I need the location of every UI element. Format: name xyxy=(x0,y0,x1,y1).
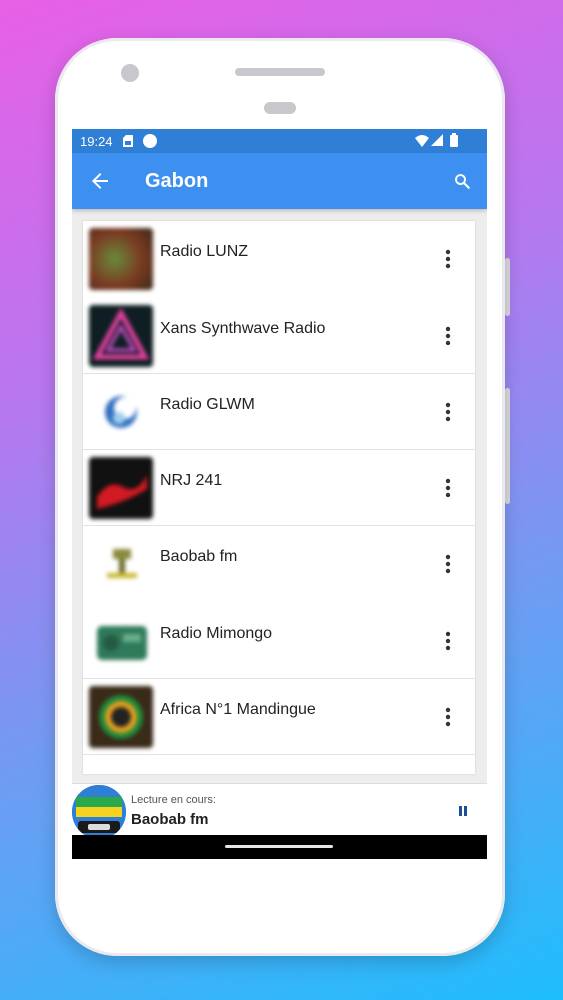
system-nav-bar xyxy=(72,835,487,859)
status-time: 19:24 xyxy=(80,134,113,149)
station-name: Baobab fm xyxy=(160,548,238,565)
station-logo xyxy=(89,305,153,367)
wifi-icon xyxy=(415,135,429,147)
station-name: Radio Mimongo xyxy=(160,625,273,642)
phone-volume-button xyxy=(505,258,510,316)
home-gesture-handle[interactable] xyxy=(225,845,333,848)
now-playing-label: Lecture en cours: xyxy=(131,794,216,806)
station-row[interactable]: Radio Mimongo xyxy=(83,603,475,679)
row-divider xyxy=(83,754,475,755)
station-row[interactable]: Africa N°1 Mandingue xyxy=(83,679,475,755)
page-title: Gabon xyxy=(145,170,209,192)
station-logo xyxy=(89,610,153,672)
station-row[interactable]: Xans Synthwave Radio xyxy=(83,298,475,374)
station-logo xyxy=(89,381,153,443)
battery-icon xyxy=(450,133,458,147)
arrow-back-icon[interactable] xyxy=(88,169,112,193)
now-playing-station: Baobab fm xyxy=(131,811,209,828)
station-name: Radio LUNZ xyxy=(160,243,249,260)
more-options-icon[interactable] xyxy=(445,631,451,651)
more-options-icon[interactable] xyxy=(445,326,451,346)
search-icon[interactable] xyxy=(453,172,471,190)
status-bar: 19:24 xyxy=(72,129,487,153)
station-logo xyxy=(89,228,153,290)
more-options-icon[interactable] xyxy=(445,478,451,498)
more-options-icon[interactable] xyxy=(445,402,451,422)
station-row[interactable]: NRJ 241 xyxy=(83,450,475,526)
station-name: Africa N°1 Mandingue xyxy=(160,701,316,718)
earpiece-speaker xyxy=(235,68,325,76)
station-row[interactable]: Radio LUNZ xyxy=(83,221,475,297)
pause-icon[interactable] xyxy=(458,806,468,816)
app-bar: Gabon xyxy=(72,153,487,209)
station-list: Radio LUNZ Xans Synthwave Radio Radio GL… xyxy=(83,221,475,774)
sim-card-icon xyxy=(123,135,133,147)
station-name: Radio GLWM xyxy=(160,396,255,413)
front-camera xyxy=(121,64,139,82)
app-screen: 19:24 Gabon Radio LUNZ Xans Synthwave Ra… xyxy=(72,129,487,859)
station-logo xyxy=(89,686,153,748)
station-row[interactable]: Baobab fm xyxy=(83,526,475,602)
cell-signal-icon xyxy=(431,134,443,146)
now-playing-logo xyxy=(72,785,126,839)
now-playing-bar[interactable]: Lecture en cours: Baobab fm xyxy=(72,783,487,839)
station-name: Xans Synthwave Radio xyxy=(160,320,326,337)
station-logo xyxy=(89,533,153,595)
station-logo xyxy=(89,457,153,519)
proximity-sensor xyxy=(264,102,296,114)
more-options-icon[interactable] xyxy=(445,554,451,574)
phone-power-button xyxy=(505,388,510,504)
circle-notification-icon xyxy=(143,134,157,148)
station-row[interactable]: Radio GLWM xyxy=(83,374,475,450)
more-options-icon[interactable] xyxy=(445,249,451,269)
station-name: NRJ 241 xyxy=(160,472,223,489)
more-options-icon[interactable] xyxy=(445,707,451,727)
